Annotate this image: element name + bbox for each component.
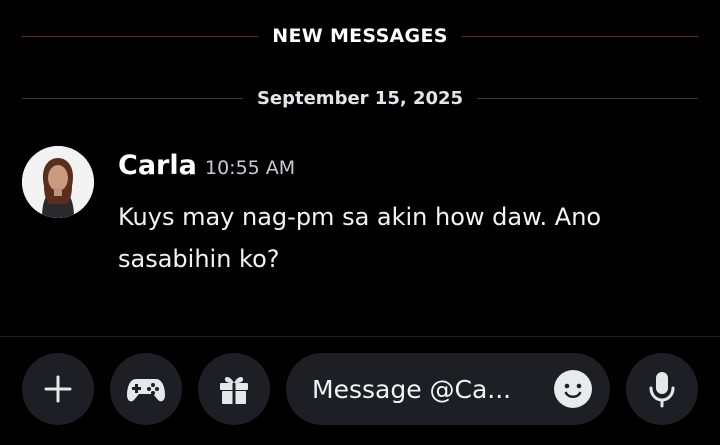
divider-line-right [461,35,699,37]
message-input-placeholder: Message @Ca... [312,374,512,404]
message-input[interactable]: Message @Ca... [286,353,610,425]
new-messages-divider: NEW MESSAGES [22,24,699,48]
emoji-button[interactable] [554,370,592,408]
plus-icon [44,375,72,403]
message-text: Kuys may nag-pm sa akin how daw. Ano sas… [118,203,602,273]
date-line-right [477,97,698,99]
date-line-left [22,97,243,99]
date-divider: September 15, 2025 [22,86,698,110]
voice-message-button[interactable] [626,353,698,425]
author-name[interactable]: Carla [118,150,197,181]
avatar[interactable] [22,146,94,218]
gamepad-icon [127,379,165,402]
divider-line-left [22,35,259,37]
date-label: September 15, 2025 [256,87,464,109]
composer-divider [0,336,720,337]
gift-button[interactable] [198,353,270,425]
activities-button[interactable] [110,353,182,425]
new-messages-label: NEW MESSAGES [272,25,448,47]
gift-icon [220,376,248,404]
microphone-icon [649,372,675,408]
add-attachment-button[interactable] [22,353,94,425]
message-timestamp: 10:55 AM [205,157,296,179]
emoji-icon [564,383,582,398]
